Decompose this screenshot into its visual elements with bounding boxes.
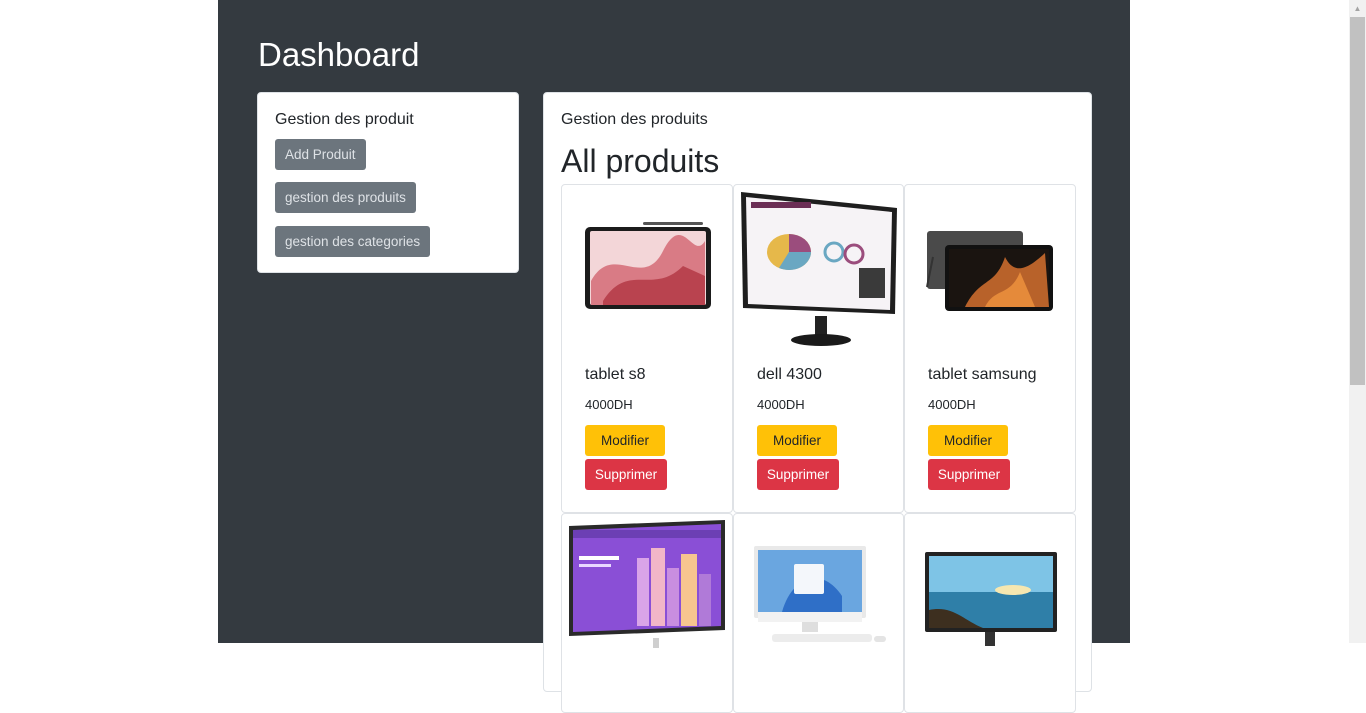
monitor-image: [569, 520, 725, 648]
edit-product-button[interactable]: Modifier: [757, 425, 837, 456]
all-products-title: All produits: [561, 143, 720, 179]
product-card: dell 4300 4000DH Modifier Supprimer: [733, 184, 904, 513]
product-name: tablet s8: [585, 366, 646, 383]
manage-categories-button[interactable]: gestion des categories: [275, 226, 431, 257]
product-price: 4000DH: [928, 397, 976, 412]
monitor-image: [741, 192, 897, 346]
product-name: dell 4300: [757, 366, 822, 383]
product-card: [904, 513, 1076, 713]
tablet-image: [585, 222, 711, 309]
delete-product-button[interactable]: Supprimer: [585, 459, 667, 490]
product-card: tablet s8 4000DH Modifier Supprimer: [561, 184, 733, 513]
delete-product-button[interactable]: Supprimer: [928, 459, 1010, 490]
products-panel-heading: Gestion des produits: [561, 111, 708, 128]
product-name: tablet samsung: [928, 366, 1037, 383]
scrollbar-thumb[interactable]: [1350, 17, 1365, 385]
product-price: 4000DH: [757, 397, 805, 412]
monitor-image: [925, 552, 1057, 646]
edit-product-button[interactable]: Modifier: [928, 425, 1008, 456]
add-product-button[interactable]: Add Produit: [275, 139, 366, 170]
edit-product-button[interactable]: Modifier: [585, 425, 665, 456]
tablet-image: [926, 231, 1053, 311]
management-panel: Gestion des produit Add Produit gestion …: [257, 92, 519, 273]
all-in-one-pc-image: [754, 546, 886, 642]
scroll-up-arrow-icon[interactable]: ▲: [1349, 0, 1366, 17]
page-scrollbar[interactable]: ▲: [1349, 0, 1366, 643]
product-price: 4000DH: [585, 397, 633, 412]
dashboard-container: Dashboard Gestion des produit Add Produi…: [218, 0, 1130, 713]
management-panel-heading: Gestion des produit: [275, 111, 414, 128]
product-card: tablet samsung 4000DH Modifier Supprimer: [904, 184, 1076, 513]
product-card: [561, 513, 733, 713]
products-panel: Gestion des produits All produits tablet…: [543, 92, 1092, 713]
manage-products-button[interactable]: gestion des produits: [275, 182, 416, 213]
product-card: [733, 513, 904, 713]
page-title: Dashboard: [258, 36, 420, 73]
delete-product-button[interactable]: Supprimer: [757, 459, 839, 490]
